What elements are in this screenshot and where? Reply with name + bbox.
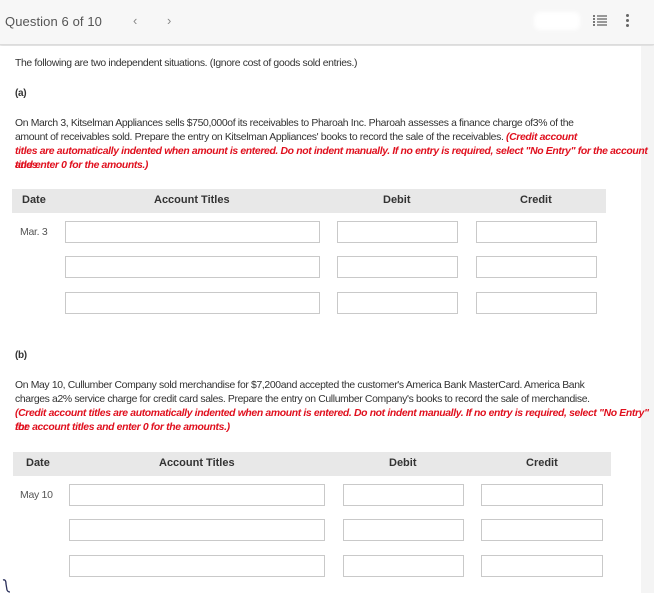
part-b-date: May 10 [20, 489, 53, 501]
header-debit: Debit [389, 457, 417, 469]
part-b-row2-debit-input[interactable] [343, 519, 464, 541]
part-b-label: (b) [15, 350, 27, 361]
list-icon[interactable] [593, 14, 607, 28]
part-a-row3-account-input[interactable] [65, 292, 320, 314]
part-a-date: Mar. 3 [20, 226, 48, 238]
part-a-row1-credit-input[interactable] [476, 221, 597, 243]
part-b-row2-account-input[interactable] [69, 519, 325, 541]
part-a-row1-debit-input[interactable] [337, 221, 458, 243]
part-b-instruction-line4: the account titles and enter 0 for the a… [15, 422, 230, 433]
more-vertical-icon[interactable] [625, 13, 631, 29]
header-debit: Debit [383, 194, 411, 206]
part-a-text-line2-normal: amount of receivables sold. Prepare the … [15, 132, 507, 143]
part-b-row1-debit-input[interactable] [343, 484, 464, 506]
chevron-left-icon[interactable]: ‹ [133, 13, 137, 29]
part-b-row2-credit-input[interactable] [481, 519, 603, 541]
header-account-titles: Account Titles [154, 194, 230, 206]
chevron-right-icon[interactable]: › [167, 13, 171, 29]
part-b-text-line2: charges a2% service charge for credit ca… [15, 394, 590, 405]
question-toolbar: Question 6 of 10 ‹ › [0, 0, 654, 45]
part-a-instruction-line4: and enter 0 for the amounts.) [15, 160, 149, 171]
part-b-row1-account-input[interactable] [69, 484, 325, 506]
part-b-row1-credit-input[interactable] [481, 484, 603, 506]
header-account-titles: Account Titles [159, 457, 235, 469]
part-a-row2-credit-input[interactable] [476, 256, 597, 278]
part-b-table-header: Date Account Titles Debit Credit [13, 452, 611, 476]
part-b-row3-debit-input[interactable] [343, 555, 464, 577]
part-b-text-line1: On May 10, Cullumber Company sold mercha… [15, 380, 585, 391]
part-a-instruction-start: (Credit account [506, 132, 577, 143]
part-a-row3-credit-input[interactable] [476, 292, 597, 314]
pen-stroke-icon [2, 579, 11, 593]
scroll-gutter [641, 46, 654, 593]
intro-text: The following are two independent situat… [15, 58, 358, 69]
part-a-text-line1: On March 3, Kitselman Appliances sells $… [15, 118, 574, 129]
part-a-row3-debit-input[interactable] [337, 292, 458, 314]
part-a-text-line2: amount of receivables sold. Prepare the … [15, 131, 577, 145]
part-a-table-header: Date Account Titles Debit Credit [12, 189, 606, 213]
part-a-row2-debit-input[interactable] [337, 256, 458, 278]
part-b-row3-account-input[interactable] [69, 555, 325, 577]
redacted-area [534, 12, 580, 30]
header-date: Date [26, 457, 50, 469]
header-date: Date [22, 194, 46, 206]
header-credit: Credit [526, 457, 558, 469]
part-a-row1-account-input[interactable] [65, 221, 320, 243]
question-counter: Question 6 of 10 [5, 14, 102, 29]
part-b-row3-credit-input[interactable] [481, 555, 603, 577]
part-a-row2-account-input[interactable] [65, 256, 320, 278]
header-credit: Credit [520, 194, 552, 206]
part-a-label: (a) [15, 88, 27, 99]
